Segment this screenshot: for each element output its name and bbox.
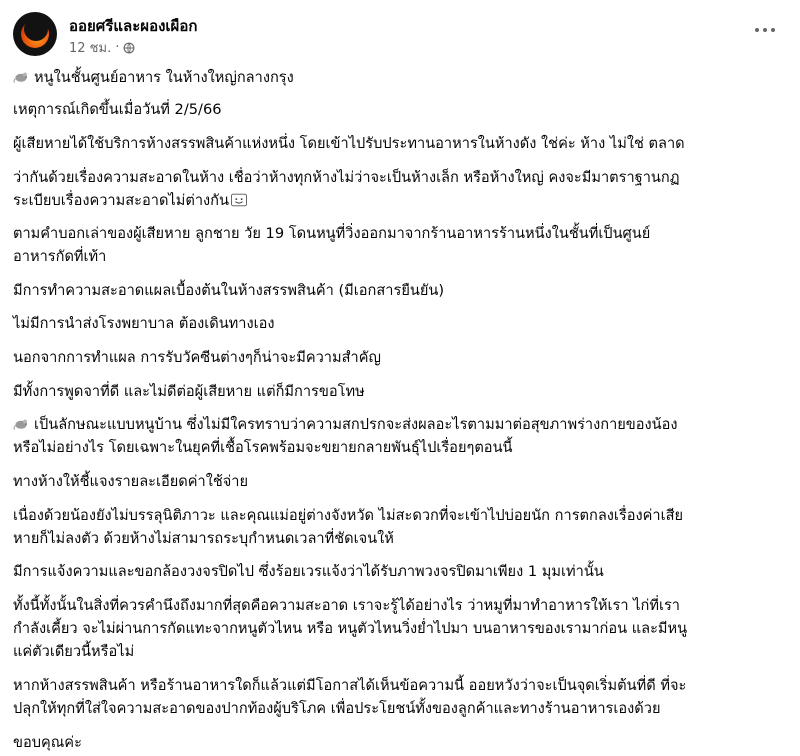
more-options-icon[interactable]: [750, 18, 780, 42]
meta-separator: ·: [115, 40, 120, 55]
post-line-text: เป็นลักษณะแบบหนูบ้าน ซึ่งไม่มีใครทราบว่า…: [34, 416, 678, 433]
post-line: แค่ตัวเดียวนี้หรือไม่: [13, 643, 135, 660]
mouse-emoji-icon: [13, 419, 27, 430]
smile-emoji-icon: [231, 193, 247, 207]
mouse-emoji-icon: [13, 72, 27, 83]
post-line: ขอบคุณค่ะ: [13, 734, 82, 751]
post-line: หรือไม่อย่างไร โดยเฉพาะในยุคที่เชื้อโรคพ…: [13, 439, 513, 456]
post-line: ตามคำบอกเล่าของผู้เสียหาย ลูกชาย วัย 19 …: [13, 225, 651, 242]
globe-icon[interactable]: [123, 42, 135, 54]
post-meta: 12 ชม. ·: [69, 37, 135, 58]
post-line: หายก็ไม่ลงตัว ด้วยห้างไม่สามารถระบุกำหนด…: [13, 530, 394, 547]
post-title-text: หนูในชั้นศูนย์อาหาร ในห้างใหญ่กลางกรุง: [34, 69, 294, 86]
post-line: ไม่มีการนำส่งโรงพยาบาล ต้องเดินทางเอง: [13, 315, 275, 332]
post-line: ผู้เสียหายได้ใช้บริการห้างสรรพสินค้าแห่ง…: [13, 135, 685, 152]
page-avatar[interactable]: [13, 12, 57, 56]
post-line: มีทั้งการพูดจาที่ดี และไม่ดีต่อผู้เสียหา…: [13, 383, 365, 400]
author-name[interactable]: ออยศรีและผองเผือก: [69, 14, 197, 38]
post-line: เหตุการณ์เกิดขึ้นเมื่อวันที่ 2/5/66: [13, 101, 222, 118]
post-line: กำลังเคี้ยว จะไม่ผ่านการกัดแทะจากหนูตัวไ…: [13, 620, 688, 637]
post-line: ปลุกให้ทุกที่ใส่ใจความสะอาดของปากท้องผู้…: [13, 700, 661, 717]
logo-shadow: [24, 17, 48, 41]
post-line: เนื่องด้วยน้องยังไม่บรรลุนิติภาวะ และคุณ…: [13, 507, 684, 524]
post-time[interactable]: 12 ชม.: [69, 37, 111, 58]
post-line: ระเบียบเรื่องความสะอาดไม่ต่างกัน: [13, 190, 247, 212]
post-line: เป็นลักษณะแบบหนูบ้าน ซึ่งไม่มีใครทราบว่า…: [13, 414, 678, 436]
post-line: มีการแจ้งความและขอกล้องวงจรปิดไป ซึ่งร้อ…: [13, 563, 604, 580]
post-line: นอกจากการทำแผล การรับวัคซีนต่างๆก็น่าจะม…: [13, 349, 381, 366]
post-line: อาหารกัดที่เท้า: [13, 248, 107, 265]
post-line: มีการทำความสะอาดแผลเบื้องต้นในห้างสรรพสิ…: [13, 282, 445, 299]
post-line: ว่ากันด้วยเรื่องความสะอาดในห้าง เชื่อว่า…: [13, 169, 680, 186]
post-line: ทางห้างให้ชี้แจงรายละเอียดค่าใช้จ่าย: [13, 473, 249, 490]
post-line: หนูในชั้นศูนย์อาหาร ในห้างใหญ่กลางกรุง: [13, 67, 294, 89]
post-line: ทั้งนี้ทั้งนั้นในสิ่งที่ควรคำนึงถึงมากที…: [13, 597, 681, 614]
post-line-text: ระเบียบเรื่องความสะอาดไม่ต่างกัน: [13, 192, 229, 209]
post-line: หากห้างสรรพสินค้า หรือร้านอาหารใดก็แล้วแ…: [13, 677, 687, 694]
post-header: ออยศรีและผองเผือก 12 ชม. ·: [13, 12, 788, 62]
